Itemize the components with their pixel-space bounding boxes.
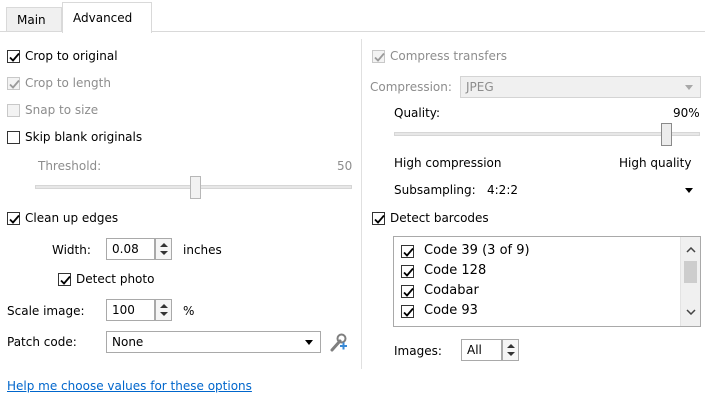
images-label: Images: <box>394 344 442 358</box>
crop-to-original-label: Crop to original <box>25 49 118 63</box>
scrollbar-thumb[interactable] <box>684 261 697 283</box>
spinner-down-icon <box>507 352 515 356</box>
high-compression-label: High compression <box>394 156 502 170</box>
clean-up-edges-checkbox[interactable] <box>7 212 20 225</box>
tab-strip: Main Advanced <box>0 0 705 33</box>
threshold-label: Threshold: <box>38 159 102 173</box>
barcode-label: Code 93 <box>424 303 478 318</box>
help-link[interactable]: Help me choose values for these options <box>7 379 252 393</box>
quality-label: Quality: <box>394 106 441 120</box>
compress-transfers-checkbox[interactable] <box>372 50 385 63</box>
patch-code-value: None <box>112 335 144 349</box>
detect-barcodes-label: Detect barcodes <box>390 211 489 225</box>
quality-value: 90% <box>673 106 700 120</box>
spinner-up-icon <box>160 243 168 247</box>
patch-code-label: Patch code: <box>7 335 77 349</box>
barcode-label: Code 39 (3 of 9) <box>424 243 530 258</box>
threshold-slider-thumb[interactable] <box>190 176 201 199</box>
crop-to-original-checkbox[interactable] <box>7 50 20 63</box>
tab-main[interactable]: Main <box>6 7 62 32</box>
scale-image-unit: % <box>183 304 195 318</box>
spinner-up-icon <box>160 304 168 308</box>
column-divider <box>361 39 362 369</box>
compress-transfers-label: Compress transfers <box>390 49 508 63</box>
images-input[interactable]: All <box>461 339 502 361</box>
scroll-down-icon[interactable] <box>686 309 696 315</box>
patch-code-select[interactable]: None <box>106 331 321 353</box>
snap-to-size-label: Snap to size <box>25 103 99 117</box>
subsampling-select[interactable]: 4:2:2 <box>481 179 701 201</box>
barcode-label: Codabar <box>424 283 479 298</box>
width-label: Width: <box>52 243 91 257</box>
quality-slider-track <box>394 132 700 136</box>
snap-to-size-checkbox[interactable] <box>7 104 20 117</box>
crop-to-length-label: Crop to length <box>25 76 111 90</box>
list-item[interactable]: Code 128 <box>394 262 679 281</box>
scale-image-input[interactable]: 100 <box>106 299 155 321</box>
detect-photo-checkbox[interactable] <box>58 273 71 286</box>
width-input[interactable]: 0.08 <box>106 238 155 260</box>
barcode-label: Code 128 <box>424 263 487 278</box>
compression-label: Compression: <box>370 80 452 94</box>
width-spinner[interactable] <box>155 238 172 260</box>
detect-barcodes-checkbox[interactable] <box>372 212 385 225</box>
tab-advanced[interactable]: Advanced <box>62 2 152 33</box>
scale-image-value: 100 <box>112 303 135 317</box>
skip-blank-label: Skip blank originals <box>25 130 143 144</box>
tab-advanced-label: Advanced <box>73 11 133 25</box>
barcode-checkbox[interactable] <box>401 305 414 318</box>
wrench-plus-icon[interactable] <box>329 331 349 353</box>
skip-blank-checkbox[interactable] <box>7 131 20 144</box>
subsampling-value: 4:2:2 <box>487 183 518 197</box>
scroll-up-icon[interactable] <box>686 247 696 253</box>
spinner-down-icon <box>160 251 168 255</box>
barcode-list[interactable]: Code 39 (3 of 9) Code 128 Codabar Code 9… <box>393 236 701 327</box>
width-value: 0.08 <box>112 242 139 256</box>
images-value: All <box>467 343 482 357</box>
barcode-checkbox[interactable] <box>401 265 414 278</box>
spinner-down-icon <box>160 312 168 316</box>
chevron-down-icon <box>685 85 693 90</box>
list-scrollbar[interactable] <box>680 237 700 326</box>
subsampling-label: Subsampling: <box>394 183 476 197</box>
crop-to-length-checkbox[interactable] <box>7 77 20 90</box>
scale-image-spinner[interactable] <box>155 299 172 321</box>
high-quality-label: High quality <box>619 156 692 170</box>
quality-slider-thumb[interactable] <box>661 123 672 146</box>
list-item[interactable]: Code 39 (3 of 9) <box>394 242 679 261</box>
chevron-down-icon <box>685 188 693 193</box>
tab-main-label: Main <box>17 13 46 27</box>
list-item[interactable]: Code 93 <box>394 302 679 321</box>
compression-select[interactable]: JPEG <box>460 76 701 98</box>
width-unit: inches <box>183 243 222 257</box>
threshold-value: 50 <box>337 159 353 173</box>
list-item[interactable]: Codabar <box>394 282 679 301</box>
images-spinner[interactable] <box>502 339 519 361</box>
chevron-down-icon <box>305 340 313 345</box>
barcode-checkbox[interactable] <box>401 245 414 258</box>
spinner-up-icon <box>507 344 515 348</box>
scale-image-label: Scale image: <box>7 304 85 318</box>
barcode-checkbox[interactable] <box>401 285 414 298</box>
clean-up-edges-label: Clean up edges <box>25 211 119 225</box>
compression-value: JPEG <box>466 80 494 94</box>
detect-photo-label: Detect photo <box>76 272 155 286</box>
